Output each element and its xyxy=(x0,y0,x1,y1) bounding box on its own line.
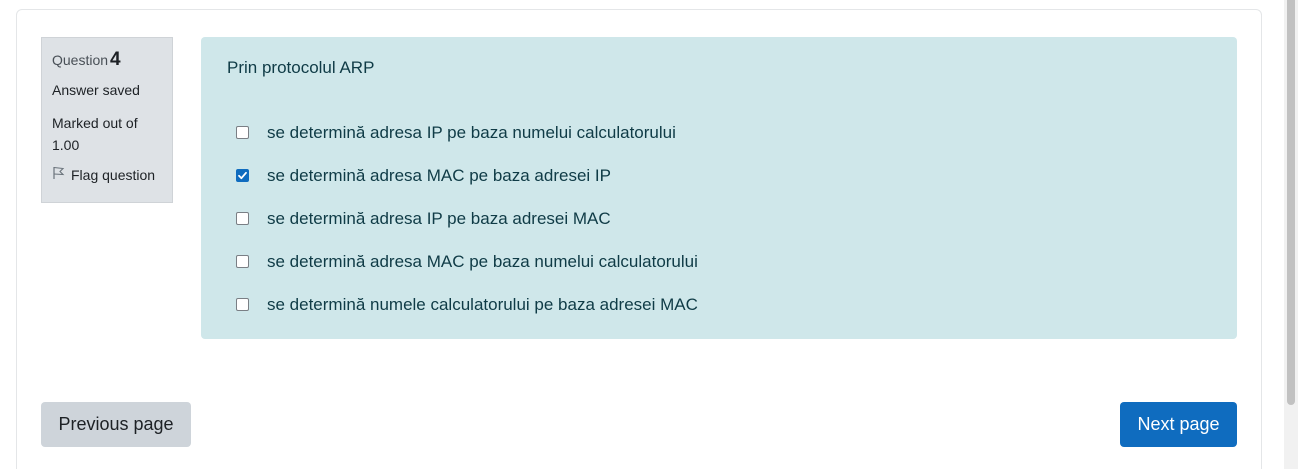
answer-option[interactable]: se determină numele calculatorului pe ba… xyxy=(236,283,1211,326)
answer-option[interactable]: se determină adresa MAC pe baza numelui … xyxy=(236,240,1211,283)
answer-label: se determină adresa MAC pe baza numelui … xyxy=(267,251,698,271)
flag-question-link[interactable]: Flag question xyxy=(52,166,162,183)
answer-checkbox[interactable] xyxy=(236,126,249,139)
question-number-value: 4 xyxy=(110,49,121,70)
answer-label: se determină numele calculatorului pe ba… xyxy=(267,294,698,314)
flag-icon xyxy=(52,166,71,183)
answer-option[interactable]: se determină adresa MAC pe baza adresei … xyxy=(236,154,1211,197)
question-text: Prin protocolul ARP xyxy=(227,58,375,77)
answer-checkbox[interactable] xyxy=(236,255,249,268)
answer-label: se determină adresa IP pe baza adresei M… xyxy=(267,208,611,228)
question-number: Question 4 xyxy=(52,50,162,70)
answer-label: se determină adresa IP pe baza numelui c… xyxy=(267,122,676,142)
flag-question-label: Flag question xyxy=(71,166,156,183)
question-grade: Marked out of 1.00 xyxy=(52,115,138,153)
scrollbar-thumb[interactable] xyxy=(1287,0,1295,405)
page-scrollbar[interactable] xyxy=(1284,0,1298,469)
previous-page-button[interactable]: Previous page xyxy=(41,402,191,447)
answer-checkbox[interactable] xyxy=(236,212,249,225)
next-page-button[interactable]: Next page xyxy=(1120,402,1237,447)
question-formulation: Prin protocolul ARP se determină adresa … xyxy=(201,37,1237,339)
answer-label: se determină adresa MAC pe baza adresei … xyxy=(267,165,611,185)
quiz-page: Question 4 Answer saved Marked out of 1.0… xyxy=(0,0,1298,469)
answer-checkbox[interactable] xyxy=(236,169,249,182)
question-info-panel: Question 4 Answer saved Marked out of 1.0… xyxy=(41,37,173,203)
question-label: Question xyxy=(52,52,109,68)
question-state: Answer saved xyxy=(52,82,140,98)
answer-option[interactable]: se determină adresa IP pe baza numelui c… xyxy=(236,111,1211,154)
answer-checkbox[interactable] xyxy=(236,298,249,311)
checkmark-icon xyxy=(238,171,247,180)
answer-list: se determină adresa IP pe baza numelui c… xyxy=(227,111,1211,326)
answer-option[interactable]: se determină adresa IP pe baza adresei M… xyxy=(236,197,1211,240)
